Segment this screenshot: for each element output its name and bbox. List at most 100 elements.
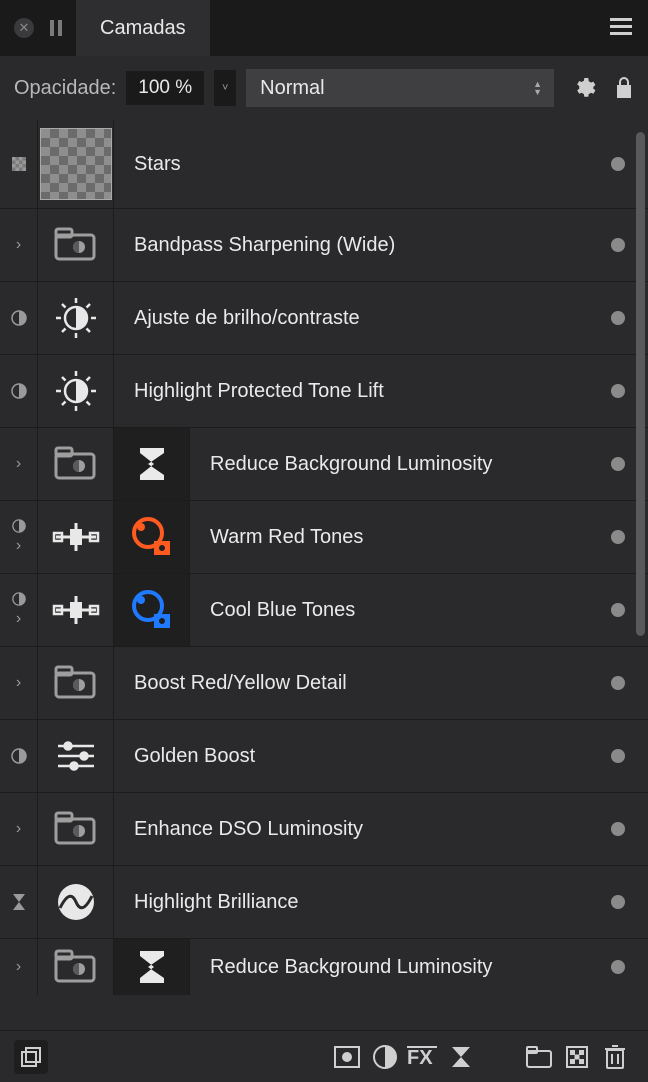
layer-row[interactable]: › Reduce Background Luminosity — [0, 428, 648, 501]
layer-row[interactable]: › Enhance DSO Luminosity — [0, 793, 648, 866]
chevron-right-icon: › — [16, 820, 21, 838]
layer-row[interactable]: Golden Boost — [0, 720, 648, 793]
blend-mode-value: Normal — [260, 77, 324, 100]
layer-row[interactable]: › Boost Red/Yellow Detail — [0, 647, 648, 720]
layer-gutter[interactable]: › — [0, 574, 38, 646]
visibility-toggle[interactable] — [588, 676, 648, 690]
layer-name[interactable]: Highlight Brilliance — [114, 891, 588, 914]
fx-icon: FX — [407, 1045, 439, 1069]
layer-gutter[interactable]: › — [0, 793, 38, 865]
layer-name[interactable]: Reduce Background Luminosity — [190, 453, 588, 476]
chevron-right-icon: › — [16, 455, 21, 473]
chevron-right-icon: › — [16, 236, 21, 254]
gear-icon[interactable] — [572, 76, 596, 100]
nodes-icon — [52, 519, 100, 555]
fx-button[interactable]: FX — [404, 1045, 442, 1069]
panel-menu-button[interactable] — [610, 18, 632, 35]
visibility-dot-icon — [611, 157, 625, 171]
titlebar: ✕ Camadas — [0, 0, 648, 56]
layer-name[interactable]: Golden Boost — [114, 745, 588, 768]
new-group-button[interactable] — [520, 1045, 558, 1069]
adjustment-icon — [12, 519, 26, 533]
chevron-right-icon: › — [16, 610, 21, 628]
layer-thumbnail — [38, 355, 114, 427]
blend-mode-dropdown[interactable]: Normal ▲▼ — [246, 69, 554, 107]
layer-name[interactable]: Highlight Protected Tone Lift — [114, 380, 588, 403]
layer-thumbnail — [38, 282, 114, 354]
lock-icon[interactable] — [614, 76, 634, 100]
layer-name[interactable]: Bandpass Sharpening (Wide) — [114, 234, 588, 257]
layer-name[interactable]: Boost Red/Yellow Detail — [114, 672, 588, 695]
layer-row[interactable]: Highlight Protected Tone Lift — [0, 355, 648, 428]
stack-icon — [20, 1046, 42, 1068]
hourglass-icon — [11, 893, 27, 911]
checker-icon — [12, 157, 26, 171]
visibility-dot-icon — [611, 603, 625, 617]
panel-footer: FX — [0, 1030, 648, 1082]
visibility-dot-icon — [611, 530, 625, 544]
visibility-dot-icon — [611, 749, 625, 763]
group-icon — [54, 811, 98, 847]
adjustment-icon — [11, 748, 27, 764]
chevron-right-icon: › — [16, 537, 21, 555]
visibility-dot-icon — [611, 457, 625, 471]
layers-list: Stars › Bandpass Sharpening (Wide) — [0, 120, 648, 1072]
layer-gutter[interactable]: › — [0, 501, 38, 573]
group-icon — [54, 949, 98, 985]
layer-row[interactable]: Highlight Brilliance — [0, 866, 648, 939]
layer-name[interactable]: Stars — [114, 153, 588, 176]
layer-controls: Opacidade: 100 % ˅ Normal ▲▼ — [0, 56, 648, 120]
layer-gutter — [0, 866, 38, 938]
layer-name[interactable]: Ajuste de brilho/contraste — [114, 307, 588, 330]
channel-red-icon — [130, 515, 174, 559]
stepper-icon: ▲▼ — [533, 80, 542, 96]
layer-gutter[interactable]: › — [0, 209, 38, 281]
layer-stack-button[interactable] — [14, 1040, 48, 1074]
layer-row[interactable]: › Bandpass Sharpening (Wide) — [0, 209, 648, 282]
layer-thumbnail[interactable] — [38, 120, 114, 208]
visibility-dot-icon — [611, 822, 625, 836]
trash-icon — [604, 1044, 626, 1070]
layer-thumbnail — [38, 428, 114, 500]
delete-layer-button[interactable] — [596, 1044, 634, 1070]
visibility-dot-icon — [611, 311, 625, 325]
layer-name[interactable]: Cool Blue Tones — [190, 599, 588, 622]
channel-blue-icon — [130, 588, 174, 632]
checker-thumbnail — [40, 128, 112, 200]
layer-gutter — [0, 355, 38, 427]
adjustment-button[interactable] — [366, 1044, 404, 1070]
collapse-icon[interactable] — [50, 20, 62, 36]
panel-tab-layers[interactable]: Camadas — [76, 0, 210, 56]
visibility-toggle[interactable] — [588, 960, 648, 974]
opacity-dropdown[interactable]: ˅ — [214, 70, 236, 106]
layer-thumbnail — [38, 501, 114, 573]
layer-row[interactable]: Ajuste de brilho/contraste — [0, 282, 648, 355]
visibility-toggle[interactable] — [588, 822, 648, 836]
visibility-toggle[interactable] — [588, 895, 648, 909]
opacity-input[interactable]: 100 % — [126, 71, 204, 105]
layer-row[interactable]: › Reduce Background Luminosity — [0, 939, 648, 995]
layer-row[interactable]: › Cool Blue Tones — [0, 574, 648, 647]
layer-name[interactable]: Enhance DSO Luminosity — [114, 818, 588, 841]
mask-button[interactable] — [328, 1045, 366, 1069]
layer-row[interactable]: Stars — [0, 120, 648, 209]
scrollbar[interactable] — [636, 132, 645, 636]
layer-name[interactable]: Reduce Background Luminosity — [190, 956, 588, 979]
visibility-dot-icon — [611, 895, 625, 909]
brightness-icon — [52, 294, 100, 342]
close-button[interactable]: ✕ — [14, 18, 34, 38]
visibility-toggle[interactable] — [588, 749, 648, 763]
nodes-icon — [52, 592, 100, 628]
layer-thumbnail — [38, 647, 114, 719]
svg-text:FX: FX — [407, 1047, 433, 1069]
group-icon — [54, 446, 98, 482]
layer-row[interactable]: › Warm Red Tones — [0, 501, 648, 574]
new-pixel-layer-button[interactable] — [558, 1045, 596, 1069]
layer-name[interactable]: Warm Red Tones — [190, 526, 588, 549]
layer-gutter[interactable]: › — [0, 647, 38, 719]
layer-gutter[interactable]: › — [0, 939, 38, 995]
live-filter-button[interactable] — [442, 1046, 480, 1068]
layer-gutter[interactable]: › — [0, 428, 38, 500]
visibility-dot-icon — [611, 384, 625, 398]
layer-glyph — [114, 574, 190, 646]
